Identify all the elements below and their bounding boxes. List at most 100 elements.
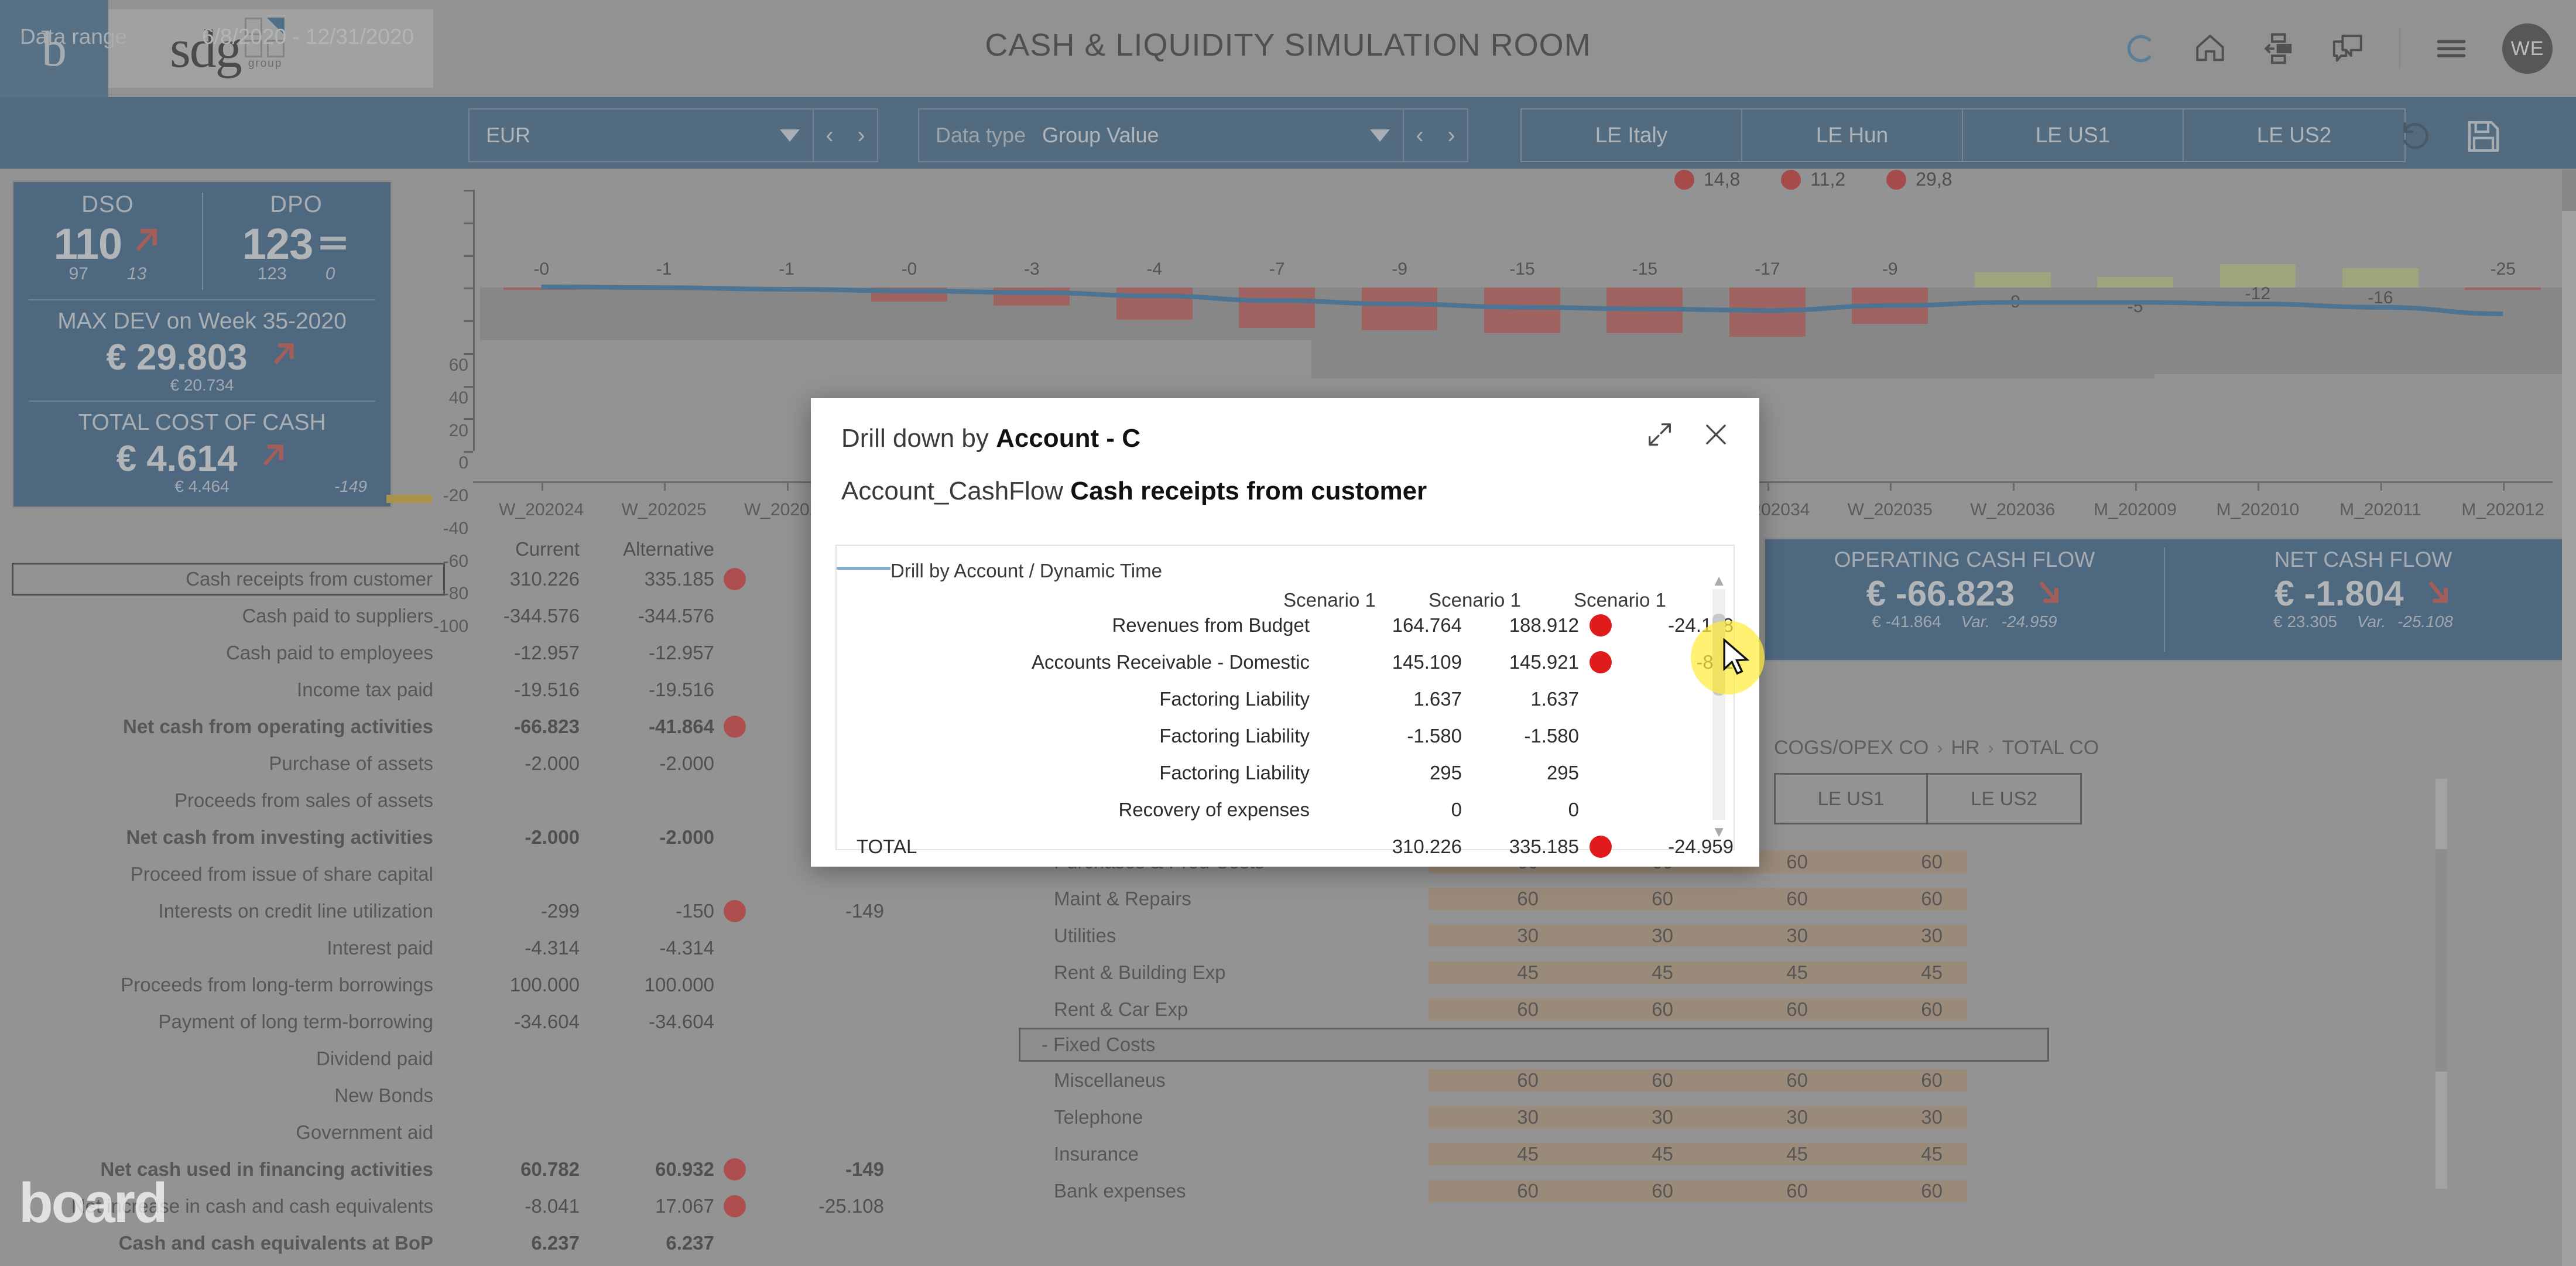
currency-next-button[interactable]: › (845, 122, 877, 149)
hamburger-icon[interactable] (837, 560, 890, 573)
table-row[interactable]: Bank expenses 60 60 60 60 (1019, 1172, 2541, 1209)
table-row[interactable]: Rent & Building Exp 45 45 45 45 (1019, 954, 2541, 991)
breadcrumb-item-total-co[interactable]: TOTAL CO (2002, 737, 2099, 759)
row-label[interactable]: Revenues from Budget (837, 614, 1327, 637)
cell-value[interactable]: 30 (1429, 925, 1563, 947)
cost-table-scrollbar[interactable] (2435, 779, 2447, 1189)
cell-alternative[interactable]: 6.237 (580, 1232, 714, 1254)
mini-tab-le-us1[interactable]: LE US1 (1776, 775, 1928, 823)
layout-icon[interactable] (2261, 30, 2297, 67)
cell-value[interactable]: 45 (1832, 1143, 1967, 1165)
table-row[interactable]: Cash paid to suppliers -344.576 -344.576 (0, 597, 948, 634)
row-label[interactable]: Payment of long term-borrowing (0, 1011, 445, 1033)
tab-le-hun[interactable]: LE Hun (1742, 110, 1963, 161)
row-label[interactable]: Proceeds from sales of assets (0, 789, 445, 812)
cell-alternative[interactable]: 17.067 (580, 1195, 714, 1217)
cell-value[interactable]: 60 (1563, 1180, 1698, 1202)
cell-current[interactable]: -19.516 (445, 679, 580, 701)
cell-scenario-1-b[interactable]: 295 (1462, 762, 1579, 784)
row-label[interactable]: Factoring Liability (837, 762, 1327, 784)
row-label[interactable]: New Bonds (0, 1084, 445, 1107)
table-row[interactable]: Cash receipts from customer 310.226 335.18… (0, 560, 948, 597)
undo-icon[interactable] (2392, 111, 2438, 159)
cell-alternative[interactable]: -12.957 (580, 642, 714, 664)
cell-scenario-1-b[interactable]: -1.580 (1462, 725, 1579, 747)
cell-alternative[interactable]: -34.604 (580, 1011, 714, 1033)
cell-alternative[interactable]: -4.314 (580, 937, 714, 959)
row-label[interactable]: Bank expenses (1019, 1180, 1429, 1202)
home-icon[interactable] (2192, 30, 2228, 67)
row-label[interactable]: Rent & Car Exp (1019, 998, 1429, 1021)
row-label[interactable]: Utilities (1019, 925, 1429, 947)
scroll-up-icon[interactable]: ▲ (1711, 572, 1727, 590)
cell-scenario-1-a[interactable]: 295 (1327, 762, 1462, 784)
row-label[interactable]: Interests on credit line utilization (0, 900, 445, 922)
table-row[interactable]: Interest paid -4.314 -4.314 (0, 929, 948, 966)
scroll-down-icon[interactable]: ▼ (1711, 823, 1727, 841)
cell-value[interactable]: 60 (1429, 998, 1563, 1021)
table-row[interactable]: Miscellaneus 60 60 60 60 (1019, 1062, 2541, 1099)
table-row[interactable]: Net cash from investing activities -2.000… (0, 819, 948, 856)
cell-value[interactable]: 45 (1429, 962, 1563, 984)
cell-current[interactable]: -299 (445, 900, 580, 922)
cell-value[interactable]: 30 (1563, 1106, 1698, 1128)
cell-scenario-1-a[interactable]: 0 (1327, 799, 1462, 821)
cell-value[interactable]: 30 (1832, 925, 1967, 947)
row-label[interactable]: Dividend paid (0, 1048, 445, 1070)
row-label[interactable]: Net cash from investing activities (0, 826, 445, 848)
cell-scenario-1-b[interactable]: 145.921 (1462, 651, 1579, 673)
cell-value[interactable]: 60 (1832, 888, 1967, 910)
cell-current[interactable]: -12.957 (445, 642, 580, 664)
cell-scenario-1-a[interactable]: 164.764 (1327, 614, 1462, 637)
cell-current[interactable]: -8.041 (445, 1195, 580, 1217)
scrollbar-thumb[interactable] (2435, 849, 2447, 1072)
tab-le-italy[interactable]: LE Italy (1522, 110, 1742, 161)
row-label[interactable]: Insurance (1019, 1143, 1429, 1165)
row-label[interactable]: Recovery of expenses (837, 799, 1327, 821)
row-label[interactable]: Cash paid to employees (0, 642, 445, 664)
table-row[interactable]: Proceeds from long-term borrowings 100.00… (0, 966, 948, 1003)
cell-value[interactable]: 60 (1698, 1069, 1832, 1092)
cell-value[interactable]: 60 (1429, 1069, 1563, 1092)
cell-value[interactable]: 60 (1832, 1180, 1967, 1202)
row-label[interactable]: Factoring Liability (837, 688, 1327, 710)
table-row[interactable]: Income tax paid -19.516 -19.516 (0, 671, 948, 708)
cell-scenario-1-a[interactable]: 145.109 (1327, 651, 1462, 673)
cell-current[interactable]: -344.576 (445, 605, 580, 627)
cell-current[interactable]: -66.823 (445, 716, 580, 738)
row-label[interactable]: Interest paid (0, 937, 445, 959)
menu-icon[interactable] (2433, 30, 2469, 67)
breadcrumb-item-hr[interactable]: HR (1951, 737, 1980, 759)
row-label[interactable]: Cash receipts from customer (12, 562, 445, 596)
table-row[interactable]: New Bonds (0, 1077, 948, 1114)
breadcrumb-item-cogs-opex-co[interactable]: COGS/OPEX CO (1774, 737, 1929, 759)
data-type-next-button[interactable]: › (1436, 122, 1467, 149)
cell-value[interactable]: 60 (1563, 1069, 1698, 1092)
row-label[interactable]: Rent & Building Exp (1019, 962, 1429, 984)
row-label[interactable]: Purchase of assets (0, 752, 445, 775)
cell-value[interactable]: 30 (1832, 1106, 1967, 1128)
scrollbar-thumb[interactable] (2562, 170, 2576, 211)
grid-row[interactable]: Factoring Liability 1.637 1.637 (837, 680, 1734, 717)
table-row[interactable]: Interests on credit line utilization -299… (0, 892, 948, 929)
cell-alternative[interactable]: -2.000 (580, 752, 714, 775)
expand-icon[interactable] (1645, 419, 1675, 453)
cell-value[interactable]: 45 (1429, 1143, 1563, 1165)
row-label[interactable]: Government aid (0, 1121, 445, 1144)
table-row[interactable]: Dividend paid (0, 1040, 948, 1077)
mini-tab-le-us2[interactable]: LE US2 (1928, 775, 2080, 823)
cell-value[interactable]: 30 (1563, 925, 1698, 947)
table-row[interactable]: Maint & Repairs 60 60 60 60 (1019, 880, 2541, 917)
table-row[interactable]: Telephone 30 30 30 30 (1019, 1099, 2541, 1135)
cell-value[interactable]: 45 (1698, 1143, 1832, 1165)
row-label[interactable]: - Fixed Costs (1020, 1034, 1430, 1056)
cell-alternative[interactable]: 100.000 (580, 974, 714, 996)
cell-alternative[interactable]: 335.185 (580, 568, 714, 590)
cell-current[interactable]: 60.782 (445, 1158, 580, 1181)
close-icon[interactable] (1701, 419, 1731, 453)
cell-scenario-1-b[interactable]: 1.637 (1462, 688, 1579, 710)
cell-current[interactable]: -2.000 (445, 826, 580, 848)
data-range-value[interactable]: 6/8/2020 - 12/31/2020 (202, 25, 414, 49)
table-row[interactable]: Insurance 45 45 45 45 (1019, 1135, 2541, 1172)
grid-row[interactable]: Factoring Liability 295 295 (837, 754, 1734, 791)
